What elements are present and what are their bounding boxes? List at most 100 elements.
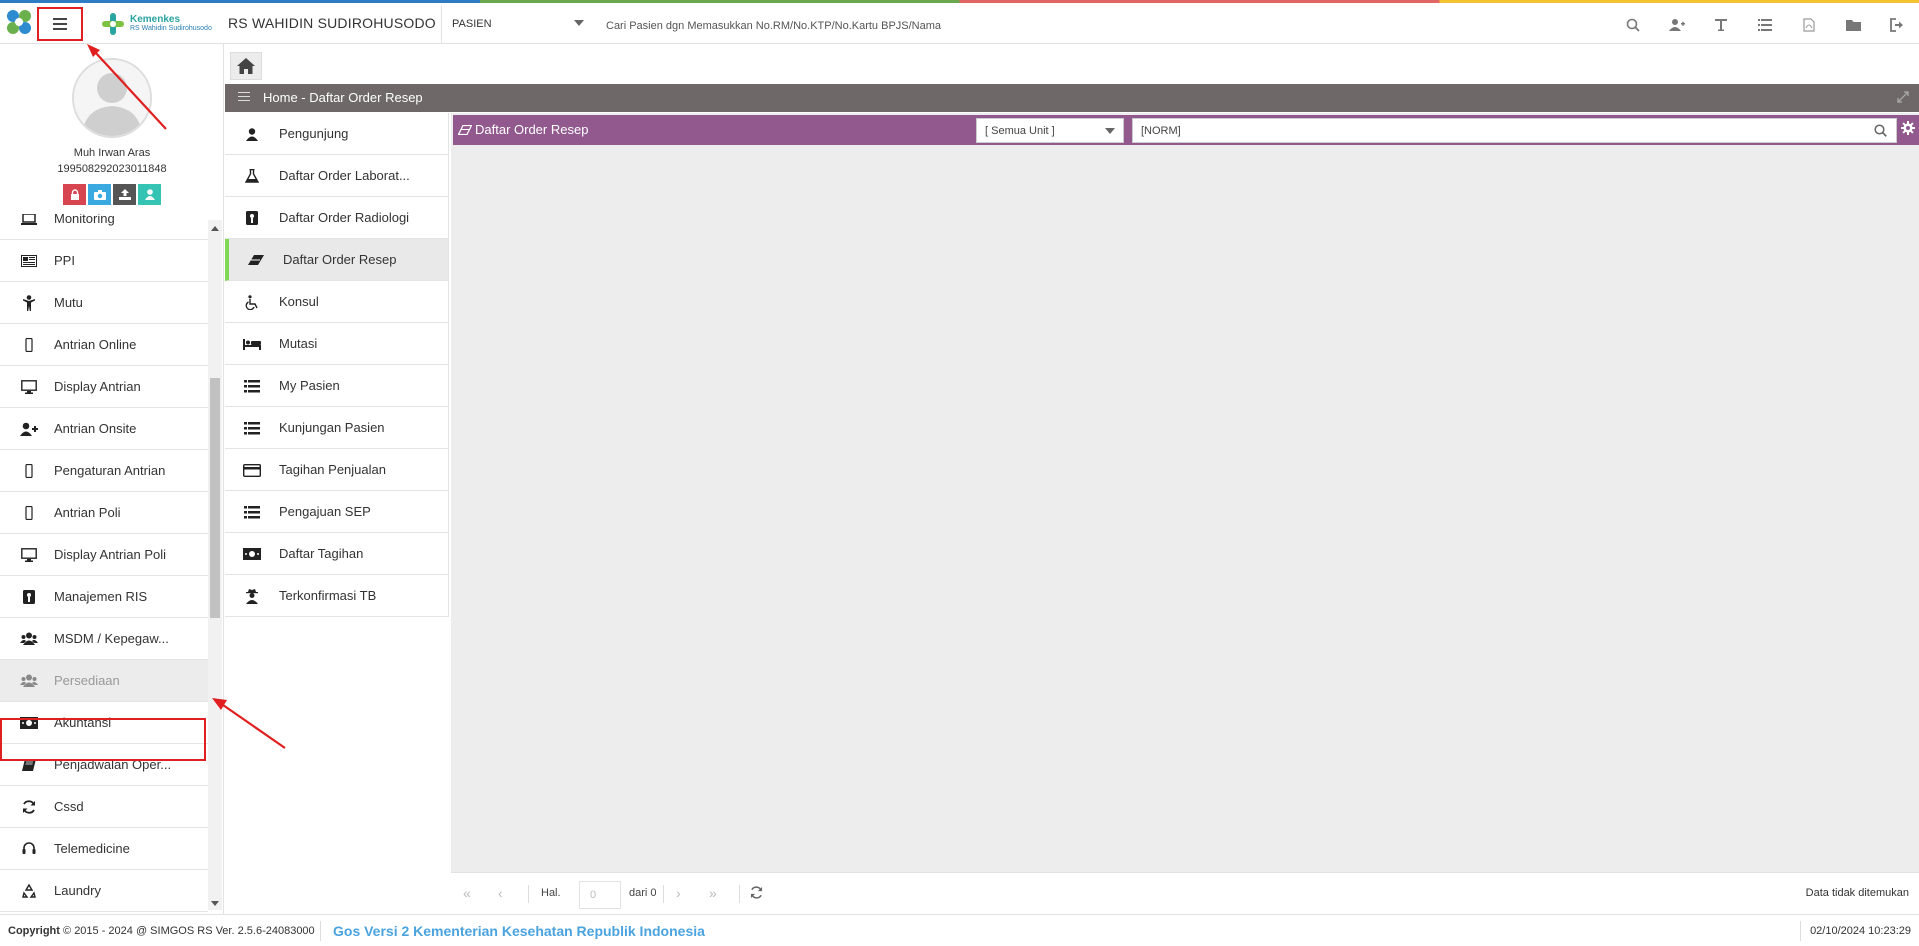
child-icon (20, 294, 38, 312)
subnav-item-terkonfirmasi-tb[interactable]: Terkonfirmasi TB (225, 575, 449, 617)
subnav-item-order-laboratorium[interactable]: Daftar Order Laborat... (225, 155, 449, 197)
user-icon (243, 125, 261, 143)
footer-divider (1800, 921, 1801, 941)
hospital-name: RS WAHIDIN SUDIROHUSODO (228, 15, 436, 31)
scroll-down-icon[interactable] (211, 901, 219, 906)
pager-divider (528, 885, 529, 903)
subnav-item-pengunjung[interactable]: Pengunjung (225, 113, 449, 155)
users-icon (20, 672, 38, 690)
norm-search-input[interactable] (1132, 118, 1897, 143)
sidebar-item-antrian-onsite[interactable]: Antrian Onsite (0, 408, 208, 450)
gear-icon[interactable] (1901, 121, 1915, 138)
subnav-item-konsul[interactable]: Konsul (225, 281, 449, 323)
logout-icon[interactable] (1875, 6, 1919, 44)
user-plus-icon (20, 420, 38, 438)
subnav-item-pengajuan-sep[interactable]: Pengajuan SEP (225, 491, 449, 533)
refresh-icon[interactable] (750, 886, 763, 902)
page-number-input[interactable] (579, 881, 621, 909)
avatar[interactable] (72, 58, 152, 138)
sidebar-item-monitoring[interactable]: Monitoring (0, 214, 208, 240)
user-profile: Muh Irwan Aras 199508292023011848 (0, 44, 224, 214)
expand-icon[interactable] (1897, 91, 1909, 106)
module-select[interactable]: PASIEN (452, 18, 584, 34)
sidebar-item-display-antrian-poli[interactable]: Display Antrian Poli (0, 534, 208, 576)
flask-icon (243, 167, 261, 185)
search-icon[interactable] (1611, 6, 1655, 44)
sidebar-item-label: Mutu (54, 295, 83, 310)
sidebar-item-label: Monitoring (54, 214, 115, 226)
scrollbar-thumb[interactable] (210, 378, 220, 618)
subnav-label: Daftar Order Resep (283, 252, 397, 267)
upload-button[interactable] (113, 184, 136, 205)
mobile-icon (20, 504, 38, 522)
menu-icon[interactable] (238, 92, 250, 104)
kemenkes-logo-text: Kemenkes (130, 14, 181, 25)
sidebar-item-manajemen-ris[interactable]: Manajemen RIS (0, 576, 208, 618)
user-button[interactable] (138, 184, 161, 205)
subnav-label: Pengajuan SEP (279, 504, 371, 519)
subnav-item-my-pasien[interactable]: My Pasien (225, 365, 449, 407)
header-divider (441, 6, 442, 44)
list-icon (243, 377, 261, 395)
subnav-label: Daftar Order Laborat... (279, 168, 410, 183)
pdf-file-icon[interactable] (1787, 6, 1831, 44)
prev-page-icon[interactable]: ‹ (498, 885, 503, 901)
list-icon[interactable] (1743, 6, 1787, 44)
list-icon (243, 503, 261, 521)
sidebar-item-antrian-online[interactable]: Antrian Online (0, 324, 208, 366)
scroll-up-icon[interactable] (211, 226, 219, 231)
sidebar-item-ppi[interactable]: PPI (0, 240, 208, 282)
folder-icon[interactable] (1831, 6, 1875, 44)
mobile-icon (20, 336, 38, 354)
sidebar-scrollbar[interactable] (208, 220, 222, 910)
subnav-label: Daftar Order Radiologi (279, 210, 410, 225)
subnav-label: My Pasien (279, 378, 340, 393)
subnav-label: Kunjungan Pasien (279, 420, 385, 435)
first-page-icon[interactable]: « (463, 885, 471, 901)
sidebar-item-mutu[interactable]: Mutu (0, 282, 208, 324)
unit-select[interactable]: [ Semua Unit ] (976, 118, 1124, 143)
user-name: Muh Irwan Aras (73, 147, 151, 159)
last-page-icon[interactable]: » (709, 885, 717, 901)
sidebar-item-label: Pengaturan Antrian (54, 463, 166, 478)
next-page-icon[interactable]: › (676, 885, 681, 901)
home-button[interactable] (230, 52, 262, 80)
add-user-icon[interactable] (1655, 6, 1699, 44)
pager-status: Data tidak ditemukan (1805, 887, 1909, 899)
sidebar-item-telemedicine[interactable]: Telemedicine (0, 828, 208, 870)
sidebar-item-label: Telemedicine (54, 841, 130, 856)
footer-divider (320, 921, 321, 941)
subnav-item-order-radiologi[interactable]: Daftar Order Radiologi (225, 197, 449, 239)
subnav-item-mutasi[interactable]: Mutasi (225, 323, 449, 365)
sidebar-item-persediaan[interactable]: Persediaan (0, 660, 208, 702)
simgos-logo-icon[interactable] (4, 7, 34, 37)
sidebar-item-pengaturan-antrian[interactable]: Pengaturan Antrian (0, 450, 208, 492)
subnav-label: Daftar Tagihan (279, 546, 364, 561)
subnav-item-daftar-tagihan[interactable]: Daftar Tagihan (225, 533, 449, 575)
subnav-item-order-resep[interactable]: Daftar Order Resep (225, 239, 449, 281)
search-icon[interactable] (1874, 124, 1887, 140)
text-icon[interactable] (1699, 6, 1743, 44)
subnav-item-tagihan-penjualan[interactable]: Tagihan Penjualan (225, 449, 449, 491)
credit-card-icon (243, 461, 261, 479)
sidebar-item-cssd[interactable]: Cssd (0, 786, 208, 828)
subnav-label: Pengunjung (279, 126, 349, 141)
sidebar-item-antrian-poli[interactable]: Antrian Poli (0, 492, 208, 534)
copyright: Copyright © 2015 - 2024 @ SIMGOS RS Ver.… (8, 925, 315, 937)
sidebar-item-label: Laundry (54, 883, 101, 898)
sidebar-item-display-antrian[interactable]: Display Antrian (0, 366, 208, 408)
eraser-icon (457, 123, 473, 138)
subnav-item-kunjungan-pasien[interactable]: Kunjungan Pasien (225, 407, 449, 449)
page-total: dari 0 (629, 887, 657, 899)
annotation-highlight-persediaan (0, 718, 206, 761)
sidebar-item-laundry[interactable]: Laundry (0, 870, 208, 912)
xray-icon (243, 209, 261, 227)
lock-button[interactable] (63, 184, 86, 205)
sidebar-item-msdm-kepegawaian[interactable]: MSDM / Kepegaw... (0, 618, 208, 660)
camera-button[interactable] (88, 184, 111, 205)
home-icon (237, 58, 255, 74)
patient-search-input[interactable] (606, 17, 1166, 35)
subnav-label: Tagihan Penjualan (279, 462, 386, 477)
hamburger-menu-button[interactable] (37, 7, 83, 41)
user-icon (144, 189, 155, 200)
